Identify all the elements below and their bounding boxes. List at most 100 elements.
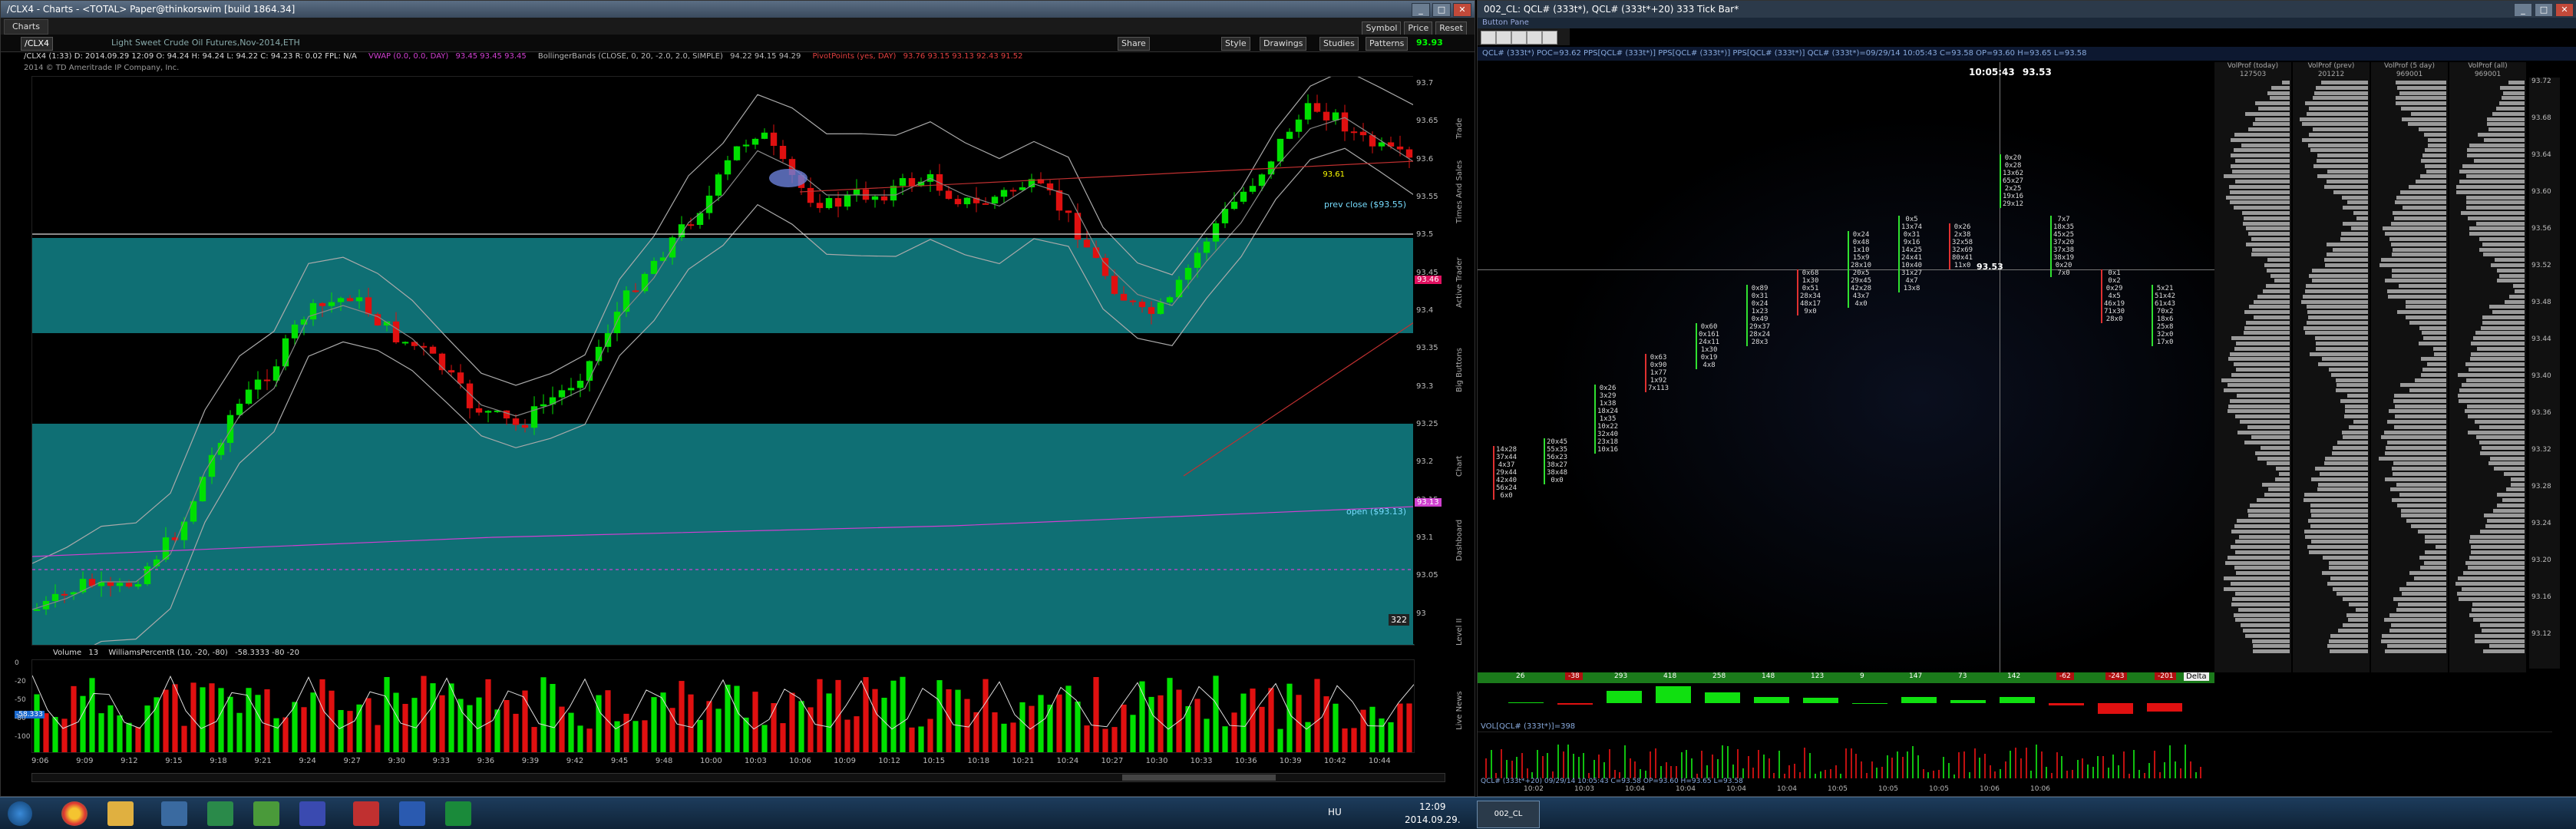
clock[interactable]: 12:09 2014.09.29. bbox=[1405, 801, 1461, 827]
symbol-button[interactable]: Symbol bbox=[1362, 21, 1402, 35]
lower-vol-label: VOL[QCL# (333t*)]=398 bbox=[1481, 722, 1576, 731]
volume-profile-bar bbox=[2304, 493, 2368, 497]
lower-volume-bar bbox=[2076, 759, 2079, 778]
footprint-cell: 32x69 bbox=[1949, 246, 1973, 254]
chrome-icon[interactable] bbox=[61, 801, 88, 826]
language-indicator[interactable]: HU bbox=[1328, 807, 1342, 817]
footprint-cell: 0x20 bbox=[2050, 262, 2074, 269]
volume-profile-bar bbox=[2324, 456, 2368, 461]
volume-profile-bar bbox=[2264, 493, 2290, 497]
candle-body bbox=[1203, 241, 1210, 253]
volume-profile-bar bbox=[2310, 148, 2368, 153]
lower-volume-bar bbox=[2164, 762, 2166, 778]
time-tick: 10:00 bbox=[699, 757, 722, 765]
thinkorswim-icon[interactable] bbox=[253, 801, 279, 826]
lower-volume-bar bbox=[1979, 758, 1981, 778]
side-tab[interactable]: Active Trader bbox=[1455, 231, 1468, 308]
excel-icon[interactable] bbox=[445, 801, 471, 826]
lower-volume-bar bbox=[1537, 750, 1538, 778]
side-tab[interactable]: Trade bbox=[1455, 62, 1468, 139]
volume-profile-bar bbox=[2466, 200, 2525, 205]
price-chart[interactable]: prev close ($93.55) open ($93.13) 322 93… bbox=[31, 76, 1415, 646]
windows-taskbar: HU 12:09 2014.09.29. 002_CL bbox=[0, 797, 2576, 829]
taskbar-tab-footprint[interactable]: 002_CL bbox=[1477, 801, 1540, 828]
patterns-button[interactable]: Patterns bbox=[1366, 37, 1409, 51]
lower-volume-bar bbox=[1583, 752, 1585, 778]
footprint-close-button[interactable]: ✕ bbox=[2555, 3, 2574, 17]
candle-body bbox=[1111, 276, 1118, 294]
volume-profile-bar bbox=[2401, 514, 2446, 518]
tab-charts[interactable]: Charts bbox=[4, 19, 48, 35]
close-button[interactable]: ✕ bbox=[1453, 3, 1471, 17]
toolbar-btn-3[interactable] bbox=[1511, 31, 1527, 45]
volume-profile-bar bbox=[2343, 221, 2368, 226]
price-button[interactable]: Price bbox=[1404, 21, 1433, 35]
volume-profile-bar bbox=[2473, 336, 2525, 341]
horizontal-scrollbar[interactable] bbox=[31, 773, 1445, 782]
footprint-cell: 0x60 bbox=[1696, 323, 1719, 331]
maximize-button[interactable]: □ bbox=[1432, 3, 1451, 17]
volume-profile-bar bbox=[2301, 122, 2368, 127]
watermark-bg bbox=[1478, 62, 2214, 672]
lower-volume-bar bbox=[2000, 769, 2001, 778]
williams-tick: -20 bbox=[15, 678, 26, 685]
side-tab[interactable]: Chart bbox=[1455, 400, 1468, 477]
toolbar-btn-1[interactable] bbox=[1481, 31, 1496, 45]
lower-volume-bar bbox=[1778, 750, 1780, 778]
lower-volume-bar bbox=[2035, 745, 2037, 778]
drawings-button[interactable]: Drawings bbox=[1260, 37, 1307, 51]
volume-profile-bar bbox=[2424, 133, 2446, 137]
volume-profile-bar bbox=[2467, 430, 2525, 434]
lower-volume-bar bbox=[1608, 748, 1610, 778]
side-tab[interactable]: Times And Sales bbox=[1455, 147, 1468, 223]
volume-bar bbox=[826, 693, 832, 752]
studies-button[interactable]: Studies bbox=[1319, 37, 1359, 51]
crosshair-time-text: 10:05:43 bbox=[1969, 67, 2015, 78]
toolbar-btn-2[interactable] bbox=[1496, 31, 1511, 45]
side-tab[interactable]: Level II bbox=[1455, 569, 1468, 646]
start-button-icon[interactable] bbox=[8, 801, 32, 826]
minimize-button[interactable]: _ bbox=[1412, 3, 1430, 17]
volume-bar bbox=[863, 677, 869, 752]
style-button[interactable]: Style bbox=[1221, 37, 1250, 51]
volume-profile-bar bbox=[2465, 362, 2525, 367]
footprint-minimize-button[interactable]: _ bbox=[2514, 3, 2532, 17]
footprint-chart[interactable]: 10:05:43 93.53 93.53 14x28 37x44 4x37 29x44… bbox=[1478, 62, 2214, 672]
delta-bar bbox=[2147, 703, 2182, 712]
folder-icon[interactable] bbox=[107, 801, 134, 826]
footprint-price-tick: 93.64 bbox=[2531, 151, 2551, 159]
volume-bar bbox=[457, 699, 464, 752]
delta-value: 26 bbox=[1516, 672, 1525, 680]
volume-profile-bar bbox=[2461, 211, 2525, 215]
symbol-field[interactable]: /CLX4 bbox=[21, 37, 54, 51]
app-icon-3[interactable] bbox=[299, 801, 325, 826]
volume-bar bbox=[540, 677, 547, 752]
candle-body bbox=[1129, 300, 1137, 302]
time-axis[interactable]: 9:06 9:09 9:12 9:15 9:18 9:21 9:24 9:27 9:30 9:33… bbox=[31, 757, 1413, 771]
ohlc-info: /CLX4 (1:33) D: 2014.09.29 12:09 O: 94.2… bbox=[24, 52, 357, 61]
volume-profile-bar bbox=[2475, 420, 2525, 424]
volume-panel[interactable] bbox=[31, 659, 1415, 753]
scrollbar-thumb[interactable] bbox=[1122, 775, 1276, 781]
app-icon-4[interactable] bbox=[353, 801, 379, 826]
reset-button[interactable]: Reset bbox=[1435, 21, 1467, 35]
app-icon-2[interactable] bbox=[207, 801, 233, 826]
side-tab[interactable]: Big Buttons bbox=[1455, 315, 1468, 392]
volume-profile-bar bbox=[2224, 586, 2290, 591]
toolbar-btn-5[interactable] bbox=[1542, 31, 1557, 45]
share-button[interactable]: Share bbox=[1118, 37, 1150, 51]
footprint-cell: 0x31 bbox=[1898, 231, 1922, 239]
footprint-price-tick: 93.72 bbox=[2531, 78, 2551, 85]
candle-body bbox=[116, 583, 124, 586]
app-icon-1[interactable] bbox=[161, 801, 187, 826]
footprint-price-axis[interactable]: 93.72 93.68 93.64 93.60 93.56 93.52 93.48 93.44… bbox=[2529, 78, 2560, 669]
price-axis[interactable]: 93.7 93.65 93.6 93.55 93.5 93.45 93.4 93.35 93.3… bbox=[1413, 76, 1451, 644]
volume-profile-bar bbox=[2508, 294, 2525, 299]
side-tab[interactable]: Dashboard bbox=[1455, 484, 1468, 561]
time-tick: 10:27 bbox=[1101, 757, 1124, 765]
toolbar-btn-4[interactable] bbox=[1527, 31, 1542, 45]
volume-profile-bar bbox=[2342, 206, 2368, 210]
word-icon[interactable] bbox=[399, 801, 425, 826]
footprint-maximize-button[interactable]: □ bbox=[2535, 3, 2553, 17]
side-tab[interactable]: Live News bbox=[1455, 653, 1468, 730]
